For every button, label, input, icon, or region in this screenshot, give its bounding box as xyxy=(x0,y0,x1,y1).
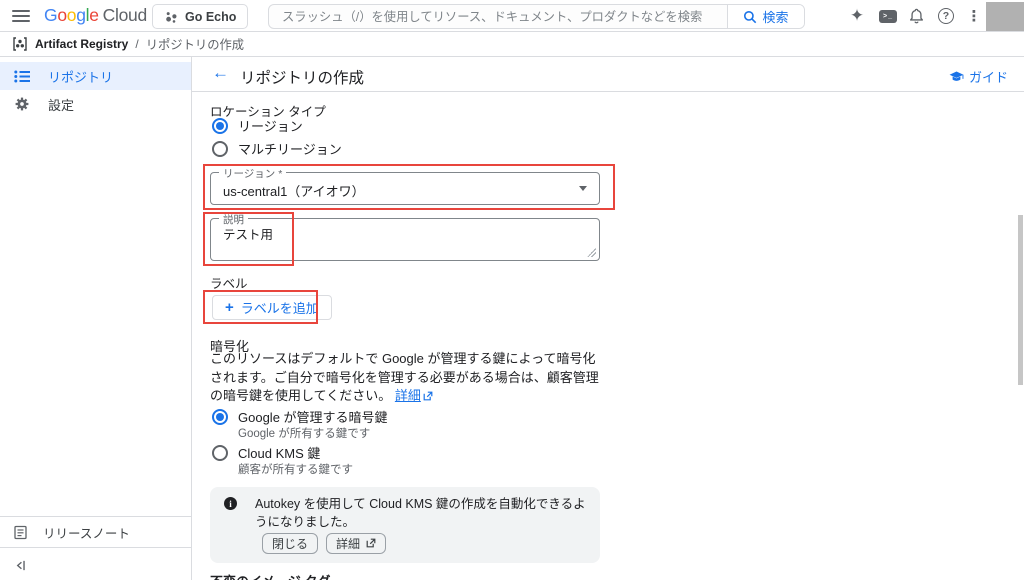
radio-cloud-kms-key[interactable]: Cloud KMS 鍵 xyxy=(212,443,320,462)
list-icon xyxy=(14,70,30,83)
banner-text: Autokey を使用して Cloud KMS 鍵の作成を自動化できるようになり… xyxy=(255,497,586,529)
search-icon xyxy=(744,10,757,23)
collapse-sidebar-icon[interactable] xyxy=(10,555,30,575)
search-bar: 検索 xyxy=(268,4,805,29)
breadcrumb-product[interactable]: Artifact Registry xyxy=(35,37,128,51)
sidebar-item-label: 設定 xyxy=(48,97,75,113)
page-title: リポジトリの作成 xyxy=(240,70,365,87)
external-link-icon xyxy=(366,537,376,551)
google-managed-key-subtext: Google が所有する鍵です xyxy=(238,428,371,440)
radio-region[interactable]: リージョン xyxy=(212,116,303,135)
encryption-description: このリソースはデフォルトで Google が管理する鍵によって暗号化されます。ご… xyxy=(210,350,606,407)
resize-handle[interactable] xyxy=(587,248,596,257)
radio-google-managed-key[interactable]: Google が管理する暗号鍵 xyxy=(212,407,388,426)
labels-heading: ラベル xyxy=(210,277,248,291)
sidebar-item-release-notes[interactable]: リリースノート xyxy=(0,516,191,548)
region-select-value: us-central1（アイオワ） xyxy=(223,184,365,199)
project-selector[interactable]: Go Echo xyxy=(152,4,249,29)
sidebar-item-settings[interactable]: 設定 xyxy=(0,90,191,118)
breadcrumb-page: リポジトリの作成 xyxy=(145,38,245,52)
chevron-down-icon xyxy=(579,186,587,191)
radio-icon xyxy=(212,444,228,461)
next-section-heading: 不変のイメージ タグ xyxy=(210,571,330,580)
info-icon: i xyxy=(224,497,237,510)
search-button[interactable]: 検索 xyxy=(727,5,804,28)
sidebar: リポジトリ 設定 リリースノート xyxy=(0,57,192,580)
plus-icon: + xyxy=(225,299,234,316)
gemini-icon[interactable]: ✦ xyxy=(846,0,868,32)
avatar[interactable] xyxy=(986,2,1024,31)
scrollbar[interactable] xyxy=(1018,215,1023,385)
artifact-registry-icon xyxy=(12,36,28,52)
main-content: ← リポジトリの作成 ガイド ロケーション タイプ リージョン マルチリージョン xyxy=(192,57,1024,580)
project-name: Go Echo xyxy=(185,9,237,24)
gear-icon xyxy=(14,96,30,112)
project-icon xyxy=(166,11,177,23)
encryption-details-link[interactable]: 詳細 xyxy=(395,388,433,403)
google-cloud-logo[interactable]: Google Cloud xyxy=(44,5,147,26)
notifications-icon[interactable] xyxy=(905,0,927,32)
help-icon[interactable]: ? xyxy=(934,0,958,32)
radio-icon xyxy=(212,408,228,425)
cloud-kms-key-subtext: 顧客が所有する鍵です xyxy=(238,464,353,476)
add-label-button[interactable]: + ラベルを追加 xyxy=(212,295,332,320)
search-input[interactable] xyxy=(269,5,727,28)
autokey-info-banner: i Autokey を使用して Cloud KMS 鍵の作成を自動化できるように… xyxy=(210,487,600,563)
region-select-label: リージョン * xyxy=(219,166,287,181)
description-field[interactable]: 説明 テスト用 xyxy=(210,212,600,261)
sidebar-item-label: リポジトリ xyxy=(48,69,114,85)
guide-link[interactable]: ガイド xyxy=(949,67,1008,86)
description-field-value: テスト用 xyxy=(223,228,274,242)
cloud-shell-icon[interactable]: >_ xyxy=(877,0,899,32)
more-options-icon[interactable]: ⋮ xyxy=(966,0,982,32)
gcp-console: GoogleCloud Go Echo 検索 ✦ >_ xyxy=(0,0,1024,580)
radio-icon xyxy=(212,140,228,157)
release-notes-icon xyxy=(13,525,28,540)
radio-icon xyxy=(212,117,228,134)
breadcrumb-separator: / xyxy=(135,37,139,51)
region-select[interactable]: リージョン * us-central1（アイオワ） xyxy=(210,166,600,205)
menu-icon[interactable] xyxy=(12,10,30,22)
external-link-icon xyxy=(423,388,433,407)
close-button[interactable]: 閉じる xyxy=(262,533,319,554)
sidebar-item-repositories[interactable]: リポジトリ xyxy=(0,62,191,90)
page-header: ← リポジトリの作成 ガイド xyxy=(192,57,1024,92)
details-button[interactable]: 詳細 xyxy=(326,533,387,554)
back-arrow-icon[interactable]: ← xyxy=(212,63,229,83)
breadcrumb: Artifact Registry / リポジトリの作成 xyxy=(0,32,1024,57)
school-icon xyxy=(949,70,964,81)
radio-multi-region[interactable]: マルチリージョン xyxy=(212,139,342,158)
release-notes-label: リリースノート xyxy=(43,526,130,541)
top-bar: GoogleCloud Go Echo 検索 ✦ >_ xyxy=(0,0,1024,32)
